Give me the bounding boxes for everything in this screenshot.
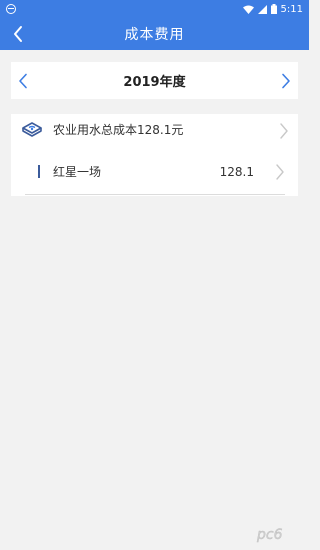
divider [25, 194, 285, 195]
signal-icon [257, 4, 267, 14]
status-time: 5:11 [280, 3, 303, 15]
water-basin-icon [21, 120, 43, 140]
status-left [6, 4, 16, 14]
chevron-right-icon [282, 73, 290, 88]
item-accent-bar [38, 165, 40, 178]
chevron-left-icon [19, 73, 27, 88]
app-header: 成本费用 [0, 18, 309, 50]
battery-icon [270, 4, 277, 14]
page-title: 成本费用 [124, 27, 185, 43]
cost-card: 农业用水总成本128.1元 红星一场 128.1 [11, 114, 298, 196]
svg-text:pc6: pc6 [256, 527, 283, 543]
year-selector: 2019年度 [11, 62, 298, 99]
next-year-button[interactable] [274, 62, 298, 99]
cost-item-label: 红星一场 [53, 165, 102, 179]
chevron-right-icon [274, 162, 286, 182]
year-label: 2019年度 [123, 75, 186, 90]
cost-item-value: 128.1 [219, 165, 254, 179]
previous-year-button[interactable] [11, 62, 35, 99]
total-cost-row[interactable]: 农业用水总成本128.1元 [11, 114, 298, 147]
status-right: 5:11 [242, 3, 303, 15]
chevron-left-icon [14, 26, 22, 42]
wifi-icon [242, 5, 254, 14]
total-cost-label: 农业用水总成本128.1元 [53, 123, 184, 137]
status-bar: 5:11 [0, 0, 309, 18]
chevron-right-icon [278, 121, 290, 141]
pc6-watermark-logo: pc6 [255, 524, 301, 544]
cost-item-row[interactable]: 红星一场 128.1 [11, 152, 298, 192]
back-button[interactable] [6, 18, 30, 50]
app-icon [6, 4, 16, 14]
